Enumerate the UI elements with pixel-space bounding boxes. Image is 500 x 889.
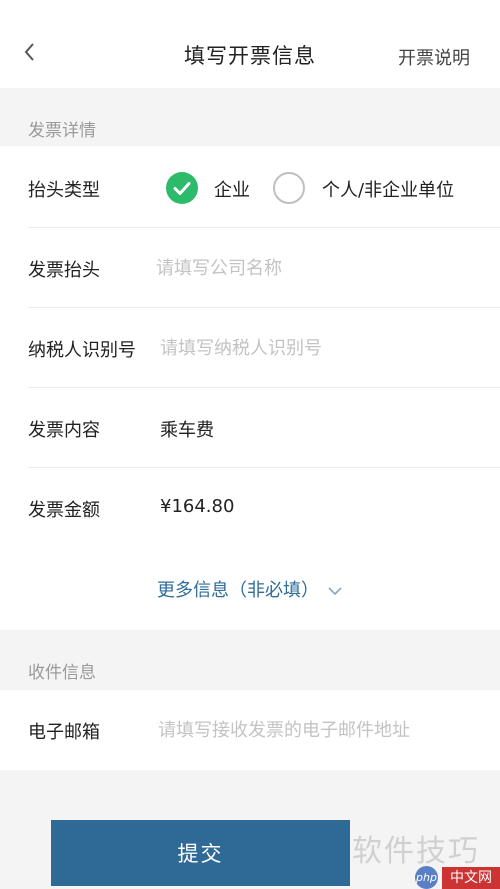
invoice-section-title: 发票详情 (28, 121, 96, 141)
check-icon (173, 182, 191, 195)
watermark-site: 中文网 (442, 867, 500, 889)
nav-bar: 填写开票信息 开票说明 (0, 0, 500, 88)
more-info-label: 更多信息（非必填） (157, 580, 319, 601)
tax-id-label: 纳税人识别号 (28, 340, 136, 361)
watermark-text: 软件技巧 (352, 834, 480, 869)
invoice-content-value: 乘车费 (160, 420, 214, 441)
email-row: 电子邮箱 (0, 690, 500, 770)
invoice-amount-label: 发票金额 (28, 500, 100, 521)
chevron-down-icon (328, 587, 342, 596)
header-type-label: 抬头类型 (28, 180, 100, 201)
email-input[interactable] (158, 708, 478, 752)
radio-personal-label[interactable]: 个人/非企业单位 (322, 176, 454, 202)
more-info-toggle[interactable]: 更多信息（非必填） (0, 576, 500, 602)
invoice-header-row: 发票抬头 (0, 228, 500, 308)
email-label: 电子邮箱 (28, 722, 100, 743)
invoice-section-header: 发票详情 (0, 88, 500, 146)
invoice-help-link[interactable]: 开票说明 (398, 44, 470, 70)
invoice-content-label: 发票内容 (28, 420, 100, 441)
watermark-logo: php (415, 866, 438, 889)
submit-button[interactable]: 提交 (51, 820, 350, 886)
invoice-amount-value: ¥164.80 (160, 496, 235, 517)
company-name-input[interactable] (156, 246, 476, 290)
recipient-section-header: 收件信息 (0, 630, 500, 688)
invoice-header-label: 发票抬头 (28, 260, 100, 281)
invoice-content-row: 发票内容 乘车费 (0, 388, 500, 468)
tax-id-row: 纳税人识别号 (0, 308, 500, 388)
radio-personal[interactable] (273, 172, 305, 204)
radio-enterprise[interactable] (166, 172, 198, 204)
tax-id-input[interactable] (160, 326, 480, 370)
invoice-amount-row: 发票金额 ¥164.80 (0, 468, 500, 548)
recipient-section-title: 收件信息 (28, 663, 96, 683)
radio-enterprise-label[interactable]: 企业 (214, 176, 250, 202)
